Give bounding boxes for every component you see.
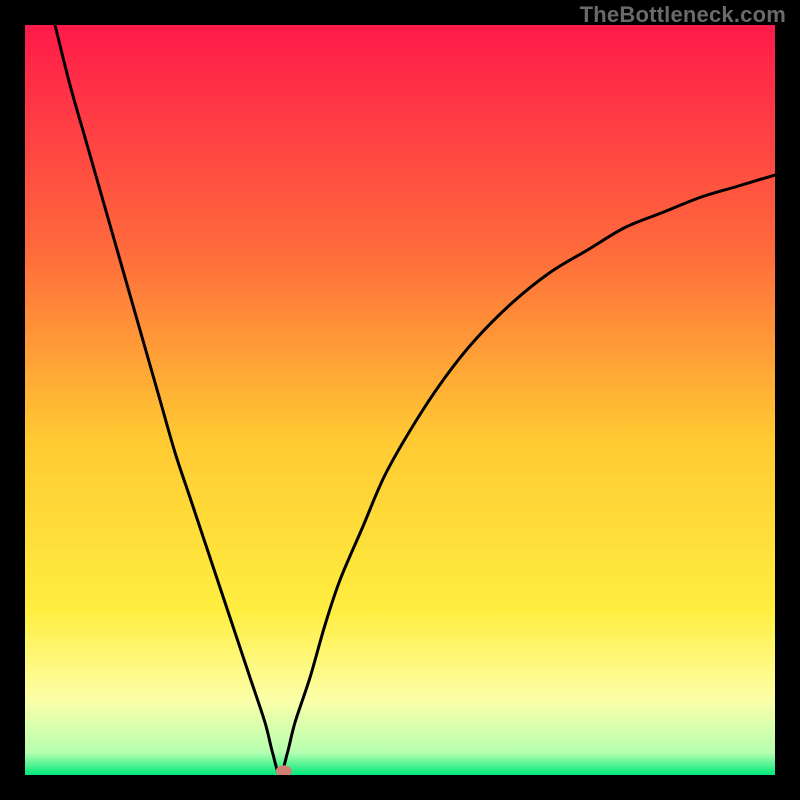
gradient-background xyxy=(25,25,775,775)
chart-frame: TheBottleneck.com xyxy=(0,0,800,800)
watermark-text: TheBottleneck.com xyxy=(580,2,786,28)
bottleneck-chart xyxy=(25,25,775,775)
